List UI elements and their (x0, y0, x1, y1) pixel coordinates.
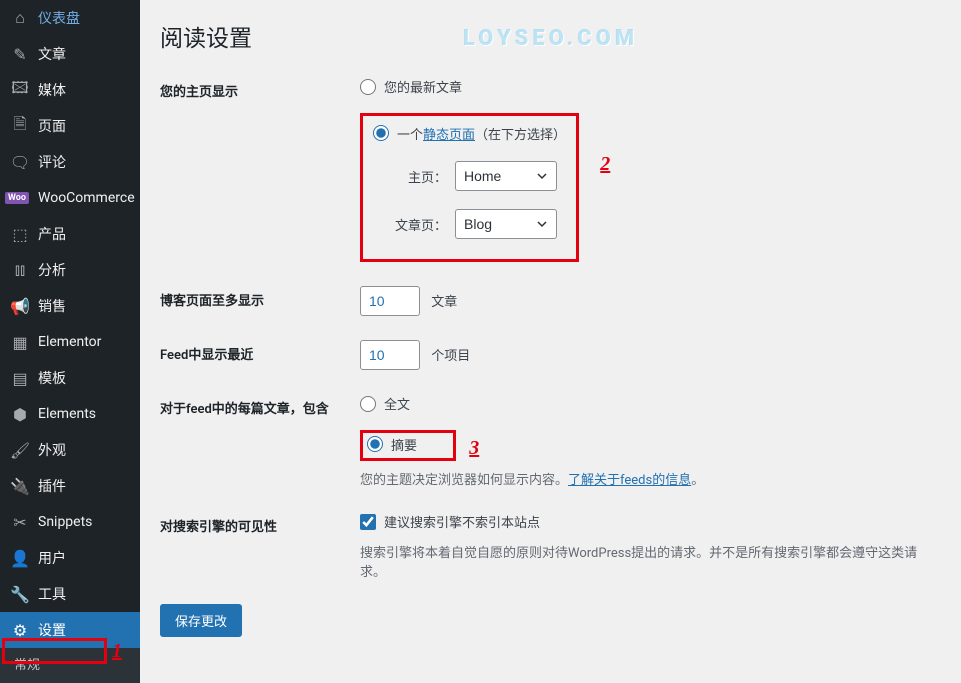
radio-static-page-input[interactable] (373, 125, 389, 141)
sidebar-item-products[interactable]: ⬚ 产品 (0, 216, 140, 252)
plugins-icon: 🔌 (10, 476, 30, 496)
home-page-label: 主页： (391, 167, 447, 186)
media-icon: 🖾 (10, 80, 30, 100)
sidebar-item-media[interactable]: 🖾 媒体 (0, 72, 140, 108)
product-icon: ⬚ (10, 224, 30, 244)
elements-icon: ⬢ (10, 404, 30, 424)
radio-summary-label: 摘要 (391, 435, 417, 454)
elementor-icon: ▦ (10, 332, 30, 352)
radio-latest-posts-input[interactable] (360, 79, 376, 95)
sidebar-item-analytics[interactable]: ⫾⫾ 分析 (0, 252, 140, 288)
tools-icon: 🔧 (10, 584, 30, 604)
watermark: LOYSEO.COM (463, 26, 638, 51)
sidebar-item-label: 页面 (38, 116, 66, 136)
sidebar-item-label: 设置 (38, 620, 66, 640)
feed-items-input[interactable] (360, 340, 420, 370)
woo-icon: Woo (10, 188, 30, 208)
search-engine-checkbox[interactable] (360, 514, 376, 530)
annotation-box-3: 摘要 (360, 430, 456, 462)
sidebar-item-comments[interactable]: 🗨 评论 (0, 144, 140, 180)
radio-latest-posts-label: 您的最新文章 (384, 77, 462, 96)
sidebar-item-elementor[interactable]: ▦ Elementor (0, 324, 140, 360)
sidebar-item-label: 模板 (38, 368, 66, 388)
sidebar-item-label: 外观 (38, 440, 66, 460)
admin-sidebar: ⌂仪表盘 ✎文章 🖾媒体 🗎页面 🗨评论 WooWooCommerce ⬚产品 … (0, 0, 140, 683)
dashboard-icon: ⌂ (10, 8, 30, 28)
feed-content-label: 对于feed中的每篇文章，包含 (160, 394, 360, 417)
page-icon: 🗎 (10, 116, 30, 136)
sidebar-item-label: Elementor (38, 334, 101, 350)
sidebar-item-woocommerce[interactable]: Woo WooCommerce (0, 180, 140, 216)
radio-full-text-input[interactable] (360, 396, 376, 412)
home-page-select[interactable]: Home (455, 161, 557, 191)
submenu-writing[interactable]: 撰写 (0, 679, 140, 683)
marketing-icon: 📢 (10, 296, 30, 316)
sidebar-item-pages[interactable]: 🗎 页面 (0, 108, 140, 144)
blog-pages-unit: 文章 (431, 295, 457, 310)
sidebar-item-appearance[interactable]: 🖌 外观 (0, 432, 140, 468)
search-engine-label: 对搜索引擎的可见性 (160, 512, 360, 535)
sidebar-item-label: 媒体 (38, 80, 66, 100)
settings-icon: ⚙ (10, 620, 30, 640)
radio-static-page[interactable]: 一个静态页面（在下方选择） (373, 124, 566, 143)
homepage-label: 您的主页显示 (160, 77, 360, 100)
radio-full-text[interactable]: 全文 (360, 394, 410, 413)
save-button[interactable]: 保存更改 (160, 604, 242, 637)
radio-full-text-label: 全文 (384, 394, 410, 413)
sidebar-item-label: Elements (38, 406, 96, 422)
sidebar-item-users[interactable]: 👤 用户 (0, 540, 140, 576)
blog-pages-input[interactable] (360, 286, 420, 316)
sidebar-item-label: 文章 (38, 44, 66, 64)
radio-summary-input[interactable] (367, 436, 383, 452)
sidebar-item-posts[interactable]: ✎ 文章 (0, 36, 140, 72)
static-page-link[interactable]: 静态页面 (423, 128, 475, 143)
posts-page-select[interactable]: Blog (455, 209, 557, 239)
feed-items-unit: 个项目 (431, 349, 470, 364)
annotation-number-1: 1 (112, 640, 122, 663)
radio-latest-posts[interactable]: 您的最新文章 (360, 77, 462, 96)
comment-icon: 🗨 (10, 152, 30, 172)
annotation-number-2: 2 (600, 153, 610, 175)
search-engine-checkbox-text: 建议搜索引擎不索引本站点 (384, 512, 540, 531)
annotation-number-3: 3 (469, 437, 479, 459)
sidebar-item-snippets[interactable]: ✂ Snippets (0, 504, 140, 540)
users-icon: 👤 (10, 548, 30, 568)
sidebar-item-label: 评论 (38, 152, 66, 172)
sidebar-item-plugins[interactable]: 🔌 插件 (0, 468, 140, 504)
annotation-box-2: 一个静态页面（在下方选择） 主页： Home 文章页： Blog (360, 113, 579, 263)
posts-page-label: 文章页： (391, 215, 447, 234)
search-engine-checkbox-label[interactable]: 建议搜索引擎不索引本站点 (360, 512, 540, 531)
feed-items-label: Feed中显示最近 (160, 340, 360, 363)
sidebar-item-label: 仪表盘 (38, 8, 80, 28)
sidebar-item-elements[interactable]: ⬢ Elements (0, 396, 140, 432)
snippets-icon: ✂ (10, 512, 30, 532)
sidebar-item-label: 产品 (38, 224, 66, 244)
templates-icon: ▤ (10, 368, 30, 388)
static-page-suffix: （在下方选择） (475, 128, 566, 143)
sidebar-item-label: WooCommerce (38, 190, 135, 206)
sidebar-item-marketing[interactable]: 📢 销售 (0, 288, 140, 324)
feeds-info-link[interactable]: 了解关于feeds的信息 (568, 473, 691, 488)
sidebar-item-tools[interactable]: 🔧 工具 (0, 576, 140, 612)
sidebar-item-label: 分析 (38, 260, 66, 280)
content-area: LOYSEO.COM 阅读设置 您的主页显示 您的最新文章 一个静态页面（在下方… (140, 0, 961, 683)
sidebar-item-label: Snippets (38, 514, 92, 530)
sidebar-item-dashboard[interactable]: ⌂ 仪表盘 (0, 0, 140, 36)
feed-content-description: 您的主题决定浏览器如何显示内容。了解关于feeds的信息。 (360, 469, 941, 488)
static-page-prefix: 一个 (397, 128, 423, 143)
appearance-icon: 🖌 (10, 440, 30, 460)
sidebar-item-label: 工具 (38, 584, 66, 604)
blog-pages-label: 博客页面至多显示 (160, 286, 360, 309)
analytics-icon: ⫾⫾ (10, 260, 30, 280)
sidebar-item-label: 用户 (38, 548, 66, 568)
sidebar-item-templates[interactable]: ▤ 模板 (0, 360, 140, 396)
search-engine-description: 搜索引擎将本着自觉自愿的原则对待WordPress提出的请求。并不是所有搜索引擎… (360, 542, 941, 580)
sidebar-item-label: 插件 (38, 476, 66, 496)
radio-summary[interactable]: 摘要 (367, 435, 417, 454)
sidebar-item-label: 销售 (38, 296, 66, 316)
pin-icon: ✎ (10, 44, 30, 64)
